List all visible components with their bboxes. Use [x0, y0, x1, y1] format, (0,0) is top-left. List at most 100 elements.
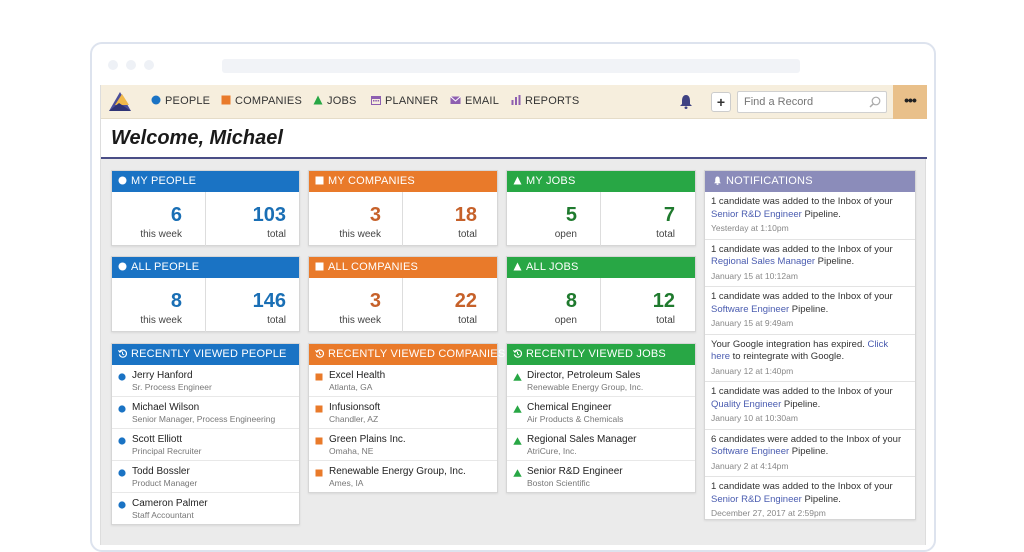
circle-icon [118, 405, 126, 413]
stat-total[interactable]: 146 total [212, 278, 286, 332]
welcome-banner: Welcome, Michael [101, 119, 927, 159]
divider [600, 278, 601, 332]
pipeline-link[interactable]: Senior R&D Engineer [711, 209, 802, 220]
bell-icon[interactable] [679, 94, 693, 110]
card-all-people[interactable]: ALL PEOPLE 8 this week 146 total [111, 256, 300, 332]
circle-icon [118, 262, 127, 271]
nav-people[interactable]: PEOPLE [151, 95, 210, 107]
stat-this-week[interactable]: 3 this week [309, 192, 381, 246]
triangle-icon [313, 95, 323, 105]
divider [402, 192, 403, 246]
recent-companies-panel: RECENTLY VIEWED COMPANIES Excel Health At… [308, 343, 505, 493]
notification-item[interactable]: 1 candidate was added to the Inbox of yo… [705, 382, 915, 430]
square-icon [315, 405, 323, 413]
list-item[interactable]: Cameron Palmer Staff Accountant [112, 493, 299, 525]
timestamp: January 12 at 1:40pm [711, 365, 794, 376]
window-dot [144, 60, 154, 70]
nav-email[interactable]: EMAIL [450, 95, 499, 107]
list-item[interactable]: Scott Elliott Principal Recruiter [112, 429, 299, 461]
square-icon [315, 176, 324, 185]
circle-icon [151, 95, 161, 105]
card-header: ALL JOBS [507, 257, 695, 278]
list-item[interactable]: Michael Wilson Senior Manager, Process En… [112, 397, 299, 429]
circle-icon [118, 501, 126, 509]
nav-companies[interactable]: COMPANIES [221, 95, 302, 107]
address-bar[interactable] [222, 59, 800, 73]
card-my-jobs[interactable]: MY JOBS 5 open 7 total [506, 170, 696, 246]
square-icon [221, 95, 231, 105]
page-title: Welcome, Michael [111, 127, 283, 149]
stat-total[interactable]: 12 total [607, 278, 675, 332]
notifications-panel: NOTIFICATIONS 1 candidate was added to t… [704, 170, 916, 520]
list-item[interactable]: Director, Petroleum Sales Renewable Energ… [507, 365, 695, 397]
more-menu-button[interactable]: ••• [893, 85, 927, 119]
card-header: MY COMPANIES [309, 171, 497, 192]
divider [402, 278, 403, 332]
notification-item[interactable]: Your Google integration has expired. Cli… [705, 335, 915, 382]
notification-item[interactable]: 1 candidate was added to the Inbox of yo… [705, 477, 915, 519]
timestamp: January 2 at 4:14pm [711, 460, 789, 471]
window-dot [108, 60, 118, 70]
card-my-companies[interactable]: MY COMPANIES 3 this week 18 total [308, 170, 498, 246]
list-item[interactable]: Regional Sales Manager AtriCure, Inc. [507, 429, 695, 461]
circle-icon [118, 437, 126, 445]
stat-total[interactable]: 7 total [607, 192, 675, 246]
list-item[interactable]: Infusionsoft Chandler, AZ [309, 397, 497, 429]
envelope-icon [450, 96, 461, 104]
notification-item[interactable]: 1 candidate was added to the Inbox of yo… [705, 192, 915, 240]
list-item[interactable]: Jerry Hanford Sr. Process Engineer [112, 365, 299, 397]
stat-open[interactable]: 8 open [507, 278, 577, 332]
stat-total[interactable]: 103 total [212, 192, 286, 246]
pipeline-link[interactable]: Software Engineer [711, 446, 789, 457]
list-item[interactable]: Todd Bossler Product Manager [112, 461, 299, 493]
bell-icon [714, 176, 721, 185]
stat-open[interactable]: 5 open [507, 192, 577, 246]
stat-this-week[interactable]: 3 this week [309, 278, 381, 332]
stat-total[interactable]: 18 total [409, 192, 477, 246]
timestamp: Yesterday at 1:10pm [711, 223, 789, 233]
panel-header: NOTIFICATIONS [705, 171, 915, 192]
list-item[interactable]: Renewable Energy Group, Inc. Ames, IA [309, 461, 497, 493]
card-all-companies[interactable]: ALL COMPANIES 3 this week 22 total [308, 256, 498, 332]
list-item[interactable]: Excel Health Atlanta, GA [309, 365, 497, 397]
find-record-input[interactable] [737, 91, 887, 113]
square-icon [315, 469, 323, 477]
triangle-icon [513, 469, 522, 477]
notification-item[interactable]: 6 candidates were added to the Inbox of … [705, 430, 915, 477]
pipeline-link[interactable]: Quality Engineer [711, 399, 781, 410]
card-my-people[interactable]: MY PEOPLE 6 this week 103 total [111, 170, 300, 246]
square-icon [315, 373, 323, 381]
panel-header: RECENTLY VIEWED COMPANIES [309, 344, 505, 365]
notification-item[interactable]: 1 candidate was added to the Inbox of yo… [705, 240, 915, 287]
stat-this-week[interactable]: 8 this week [112, 278, 182, 332]
divider [205, 278, 206, 332]
nav-jobs[interactable]: JOBS [313, 95, 357, 107]
recent-jobs-panel: RECENTLY VIEWED JOBS Director, Petroleum… [506, 343, 696, 493]
panel-header: RECENTLY VIEWED PEOPLE [112, 344, 299, 365]
timestamp: January 10 at 10:30am [711, 413, 798, 423]
card-all-jobs[interactable]: ALL JOBS 8 open 12 total [506, 256, 696, 332]
nav-reports[interactable]: REPORTS [511, 95, 579, 107]
card-header: MY PEOPLE [112, 171, 299, 192]
logo-icon[interactable] [105, 89, 135, 115]
square-icon [315, 262, 324, 271]
notification-item[interactable]: 1 candidate was added to the Inbox of yo… [705, 287, 915, 335]
add-record-button[interactable]: + [711, 92, 731, 112]
history-icon [513, 349, 522, 358]
list-item[interactable]: Senior R&D Engineer Boston Scientific [507, 461, 695, 493]
pipeline-link[interactable]: Senior R&D Engineer [711, 494, 802, 505]
list-item[interactable]: Green Plains Inc. Omaha, NE [309, 429, 497, 461]
pipeline-link[interactable]: Software Engineer [711, 304, 789, 315]
stat-total[interactable]: 22 total [409, 278, 477, 332]
calendar-icon [371, 96, 381, 105]
browser-chrome [92, 44, 934, 86]
app-window: PEOPLE COMPANIES JOBS PLANNER EMAIL REPO… [100, 85, 927, 545]
list-item[interactable]: Chemical Engineer Air Products & Chemical… [507, 397, 695, 429]
history-icon [315, 349, 324, 358]
nav-planner[interactable]: PLANNER [371, 95, 438, 107]
recent-people-panel: RECENTLY VIEWED PEOPLE Jerry Hanford Sr. … [111, 343, 300, 525]
pipeline-link[interactable]: Regional Sales Manager [711, 256, 815, 267]
timestamp: January 15 at 10:12am [711, 270, 798, 281]
search-icon[interactable] [869, 96, 881, 108]
stat-this-week[interactable]: 6 this week [112, 192, 182, 246]
